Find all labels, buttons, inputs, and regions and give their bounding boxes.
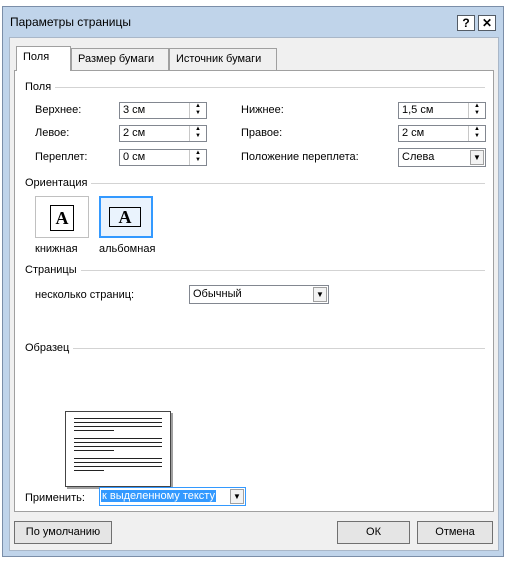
multiple-pages-select[interactable]: Обычный ▼ xyxy=(189,285,329,304)
tab-paper-size[interactable]: Размер бумаги xyxy=(71,48,169,70)
landscape-label: альбомная xyxy=(99,243,156,255)
spin-arrows-icon[interactable]: ▲ ▼ xyxy=(189,103,206,118)
sample-group-header: Образец xyxy=(25,342,485,354)
title-bar: Параметры страницы ? ✕ xyxy=(3,7,503,33)
dialog-title: Параметры страницы xyxy=(10,15,131,29)
apply-to-select[interactable]: к выделенному тексту ▼ xyxy=(99,487,246,506)
gutter-spinner[interactable]: 0 см ▲ ▼ xyxy=(119,149,207,166)
right-margin-spinner[interactable]: 2 см ▲ ▼ xyxy=(398,125,486,142)
top-margin-spinner[interactable]: 3 см ▲ ▼ xyxy=(119,102,207,119)
portrait-option[interactable]: A xyxy=(35,196,89,238)
bottom-margin-spinner[interactable]: 1,5 см ▲ ▼ xyxy=(398,102,486,119)
top-margin-value: 3 см xyxy=(123,104,146,116)
chevron-down-icon[interactable]: ▼ xyxy=(470,150,484,165)
chevron-down-icon[interactable]: ▼ xyxy=(230,489,244,504)
landscape-option[interactable]: A xyxy=(99,196,153,238)
sample-preview xyxy=(65,411,171,487)
portrait-label: книжная xyxy=(35,243,78,255)
spin-arrows-icon[interactable]: ▲ ▼ xyxy=(189,150,206,165)
tab-paper-source[interactable]: Источник бумаги xyxy=(169,48,277,70)
orientation-group-label: Ориентация xyxy=(25,177,92,189)
gutter-position-select[interactable]: Слева ▼ xyxy=(398,148,486,167)
multiple-pages-value: Обычный xyxy=(193,288,242,300)
landscape-page-icon: A xyxy=(109,207,141,227)
spin-arrows-icon[interactable]: ▲ ▼ xyxy=(468,126,485,141)
cancel-button[interactable]: Отмена xyxy=(417,521,493,544)
set-default-button[interactable]: По умолчанию xyxy=(14,521,112,544)
bottom-margin-label: Нижнее: xyxy=(241,104,284,116)
apply-label: Применить: xyxy=(25,492,85,504)
close-button[interactable]: ✕ xyxy=(478,15,496,31)
bottom-margin-value: 1,5 см xyxy=(402,104,434,116)
help-button[interactable]: ? xyxy=(457,15,475,31)
left-margin-spinner[interactable]: 2 см ▲ ▼ xyxy=(119,125,207,142)
ok-button[interactable]: ОК xyxy=(337,521,410,544)
chevron-down-icon[interactable]: ▼ xyxy=(313,287,327,302)
orientation-group-header: Ориентация xyxy=(25,177,485,189)
right-margin-value: 2 см xyxy=(402,127,425,139)
dialog-client: Поля Размер бумаги Источник бумаги Поля … xyxy=(9,37,499,551)
tab-panel: Поля Верхнее: 3 см ▲ ▼ Нижнее: 1,5 см ▲ ▼ … xyxy=(14,70,494,512)
pages-group-label: Страницы xyxy=(25,264,81,276)
multiple-pages-label: несколько страниц: xyxy=(35,289,135,301)
pages-group-header: Страницы xyxy=(25,264,485,276)
margins-group-label: Поля xyxy=(25,81,56,93)
apply-to-value: к выделенному тексту xyxy=(101,490,216,502)
spin-arrows-icon[interactable]: ▲ ▼ xyxy=(468,103,485,118)
gutter-value: 0 см xyxy=(123,151,146,163)
left-margin-label: Левое: xyxy=(35,127,70,139)
top-margin-label: Верхнее: xyxy=(35,104,82,116)
gutter-label: Переплет: xyxy=(35,151,88,163)
tab-margins[interactable]: Поля xyxy=(16,46,71,71)
sample-group-label: Образец xyxy=(25,342,74,354)
gutter-position-value: Слева xyxy=(402,151,435,163)
gutter-position-label: Положение переплета: xyxy=(241,151,359,163)
margins-group-header: Поля xyxy=(25,81,485,93)
left-margin-value: 2 см xyxy=(123,127,146,139)
right-margin-label: Правое: xyxy=(241,127,283,139)
portrait-page-icon: A xyxy=(50,205,74,231)
dialog-window: Параметры страницы ? ✕ Поля Размер бумаг… xyxy=(2,6,504,557)
spin-arrows-icon[interactable]: ▲ ▼ xyxy=(189,126,206,141)
